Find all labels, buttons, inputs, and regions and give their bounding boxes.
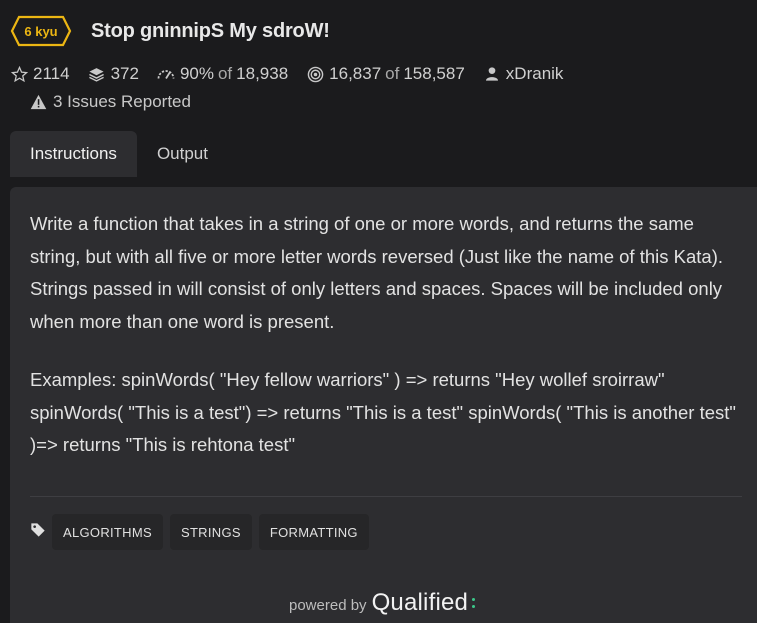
kyu-rank-label: 6 kyu	[24, 23, 58, 39]
qualified-branding[interactable]: powered by Qualified	[289, 589, 476, 617]
target-icon	[306, 65, 324, 83]
author-stat[interactable]: xDranik	[483, 64, 564, 84]
description-paragraph: Write a function that takes in a string …	[30, 213, 724, 332]
warning-icon	[30, 94, 47, 110]
tag-list: ALGORITHMS STRINGS FORMATTING	[30, 514, 376, 550]
satisfaction-votes: 18,938	[236, 64, 289, 83]
star-icon	[10, 65, 28, 83]
satisfaction-of-label: of	[217, 64, 233, 83]
tab-bar: Instructions Output	[10, 131, 228, 177]
qualified-logo-text: Qualified	[371, 589, 469, 616]
completed-stat: 16,837 of 158,587	[306, 64, 465, 84]
kata-stats: 2114 372 90% of 18,938 16,837 of 158,587…	[10, 64, 581, 84]
stars-count: 2114	[33, 64, 70, 83]
tag-formatting[interactable]: FORMATTING	[258, 514, 369, 550]
user-icon	[483, 65, 501, 83]
author-name[interactable]: xDranik	[506, 64, 564, 84]
satisfaction-stat: 90% of 18,938	[157, 64, 288, 84]
completed-of-label: of	[385, 64, 400, 83]
collections-stat[interactable]: 372	[88, 64, 139, 84]
kata-header: 6 kyu Stop gninnipS My sdroW!	[10, 14, 330, 48]
tag-icon	[30, 522, 50, 542]
satisfaction-percent: 90%	[179, 64, 214, 83]
divider	[30, 496, 742, 497]
kyu-rank-badge: 6 kyu	[10, 15, 72, 47]
kata-title: Stop gninnipS My sdroW!	[91, 19, 330, 42]
examples-paragraph: Examples: spinWords( "Hey fellow warrior…	[30, 369, 736, 455]
qualified-logo-dots	[472, 598, 476, 608]
tab-instructions[interactable]: Instructions	[10, 131, 137, 177]
tag-strings[interactable]: STRINGS	[169, 514, 252, 550]
tag-algorithms[interactable]: ALGORITHMS	[52, 514, 163, 550]
powered-by-label: powered by	[289, 597, 367, 614]
stack-icon	[88, 65, 106, 83]
tab-output[interactable]: Output	[137, 131, 228, 177]
instructions-panel: Write a function that takes in a string …	[10, 187, 757, 623]
collections-count: 372	[110, 64, 139, 83]
attempts-count: 158,587	[403, 64, 465, 83]
stars-stat[interactable]: 2114	[10, 64, 70, 84]
gauge-icon	[157, 65, 175, 83]
issues-reported[interactable]: 3 Issues Reported	[30, 92, 191, 112]
completed-count: 16,837	[329, 64, 382, 83]
issues-label: 3 Issues Reported	[53, 92, 191, 111]
